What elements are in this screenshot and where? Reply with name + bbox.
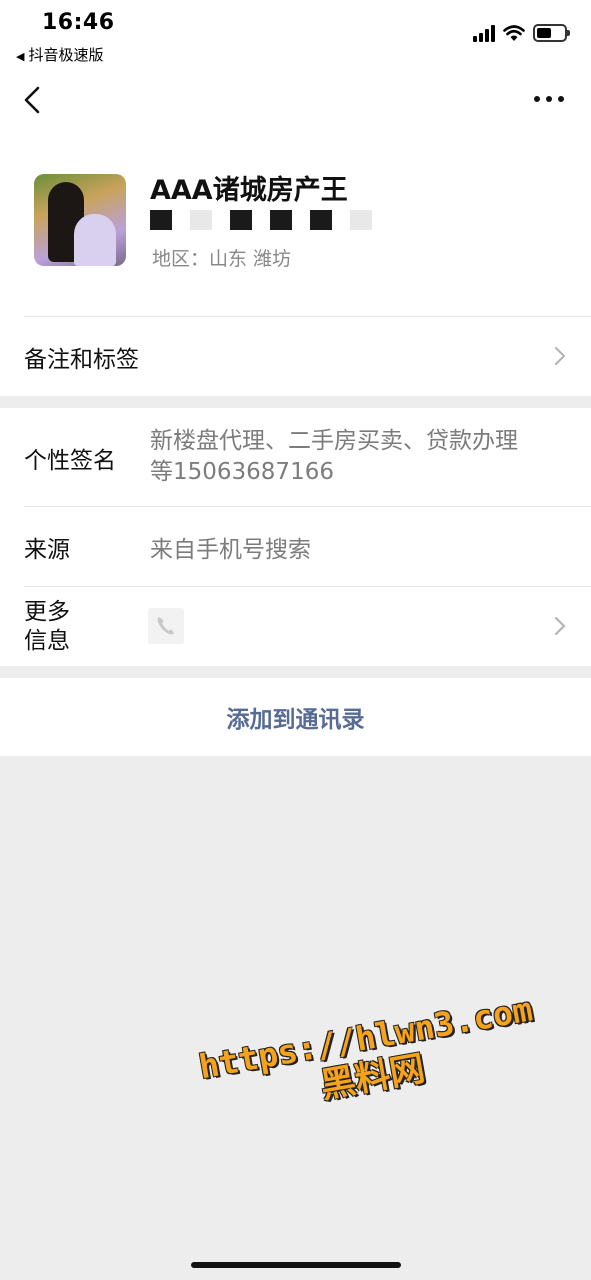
- back-to-app-link[interactable]: ◀ 抖音极速版: [16, 44, 103, 65]
- profile-region: 地区：山东 潍坊: [152, 248, 292, 270]
- status-time: 16:46: [42, 10, 115, 35]
- back-triangle-icon: ◀: [16, 50, 25, 63]
- cellular-signal-icon: [473, 24, 495, 42]
- more-info-label: 更多 信息: [24, 598, 70, 656]
- more-info-label-line-2: 信息: [24, 628, 70, 654]
- back-app-label: 抖音极速版: [28, 46, 104, 64]
- redacted-id: [150, 210, 372, 230]
- signature-row: 个性签名 新楼盘代理、二手房买卖、贷款办理 等15063687166: [0, 408, 591, 506]
- signature-label: 个性签名: [24, 448, 116, 474]
- signature-line-1: 新楼盘代理、二手房买卖、贷款办理: [150, 428, 518, 454]
- source-row: 来源 来自手机号搜索: [0, 506, 591, 586]
- add-to-contacts-button[interactable]: 添加到通讯录: [0, 678, 591, 756]
- chevron-right-icon: [555, 347, 566, 365]
- nav-bar: [0, 70, 591, 132]
- back-chevron-icon[interactable]: [18, 80, 48, 120]
- watermark: https://hlwn3.com 黑料网: [196, 989, 543, 1126]
- profile-name: AAA诸城房产王: [150, 175, 348, 206]
- source-value: 来自手机号搜索: [150, 537, 311, 563]
- status-bar: 16:46 ◀ 抖音极速版: [0, 0, 591, 70]
- add-to-contacts-label: 添加到通讯录: [226, 707, 365, 733]
- source-label: 来源: [24, 537, 70, 563]
- signature-value: 新楼盘代理、二手房买卖、贷款办理 等15063687166: [150, 426, 518, 488]
- chevron-right-icon: [555, 617, 566, 635]
- more-info-row[interactable]: 更多 信息: [0, 586, 591, 666]
- remark-tags-label: 备注和标签: [24, 347, 139, 373]
- profile-header: AAA诸城房产王 地区：山东 潍坊: [0, 132, 591, 316]
- avatar[interactable]: [34, 174, 126, 266]
- phone-icon: [148, 608, 184, 644]
- wifi-icon: [503, 25, 525, 41]
- more-info-label-line-1: 更多: [24, 599, 70, 625]
- battery-icon: [533, 24, 570, 42]
- remark-tags-row[interactable]: 备注和标签: [0, 316, 591, 396]
- home-indicator[interactable]: [191, 1262, 401, 1268]
- signature-line-2: 等15063687166: [150, 459, 334, 485]
- more-options-icon[interactable]: [529, 84, 569, 114]
- status-icons: [473, 24, 570, 42]
